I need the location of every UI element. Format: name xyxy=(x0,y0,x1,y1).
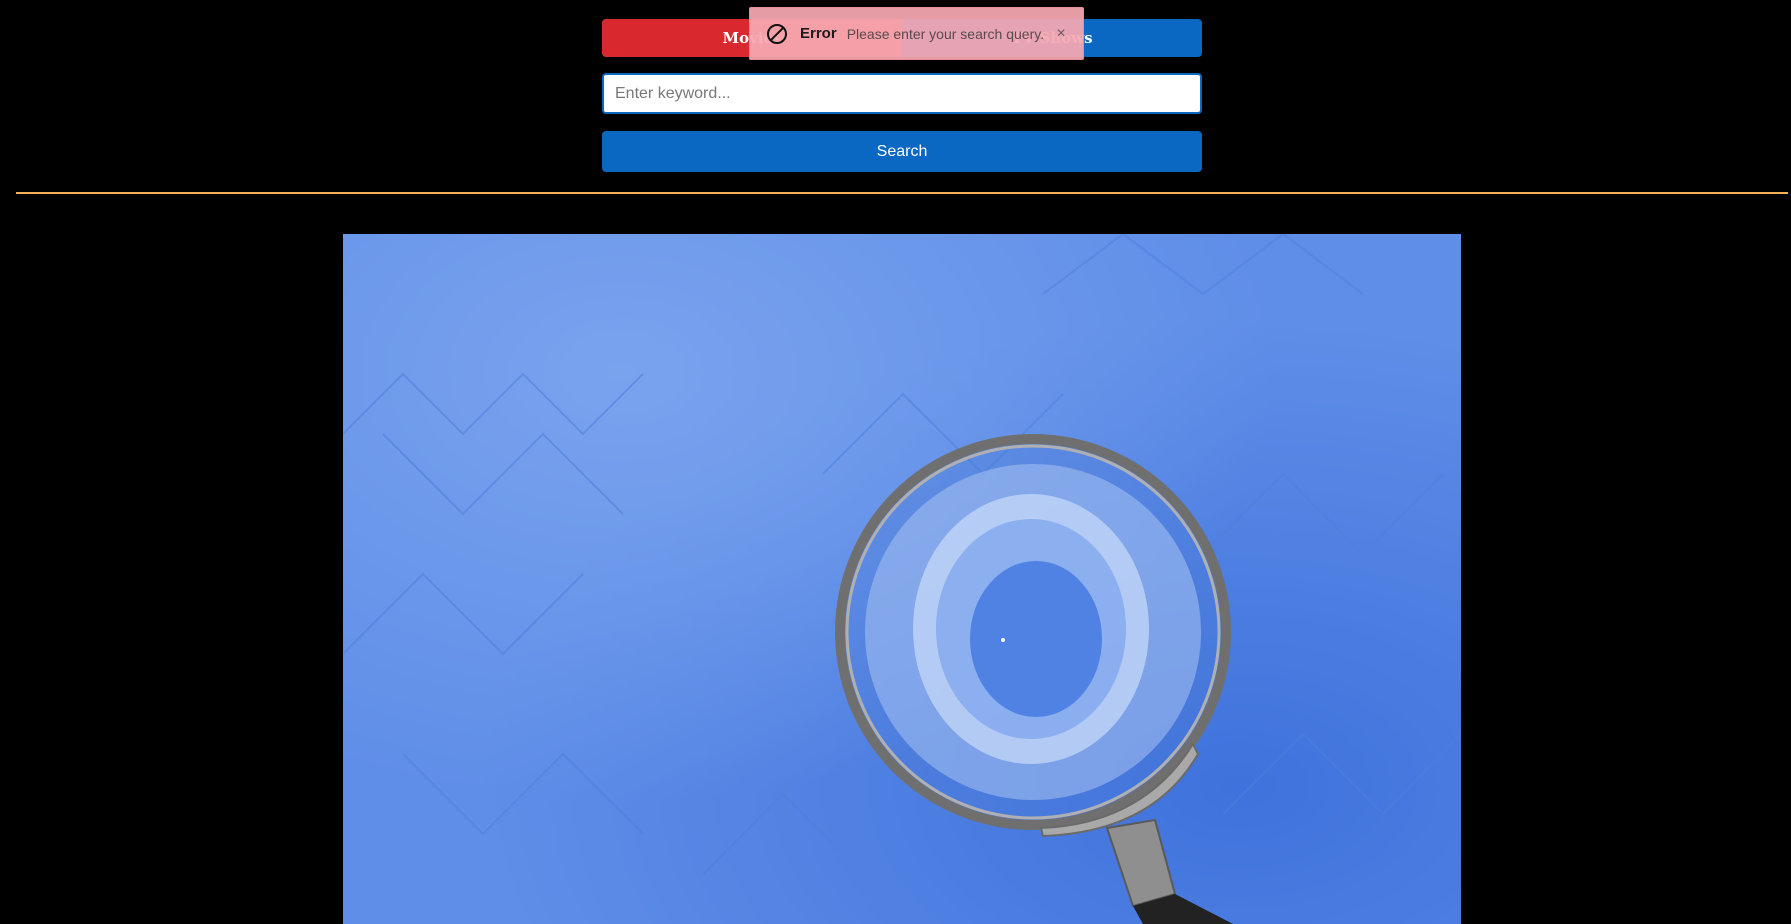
error-toast: Error Please enter your search query. × xyxy=(749,7,1084,60)
page: Movies TV Shows Search xyxy=(0,0,1791,924)
toast-message: Please enter your search query. xyxy=(846,25,1045,42)
toast-title: Error xyxy=(800,25,837,42)
search-button[interactable]: Search xyxy=(602,131,1202,172)
divider xyxy=(16,192,1788,194)
error-icon xyxy=(767,23,787,44)
magnifying-glass-illustration xyxy=(343,234,1461,924)
close-icon[interactable]: × xyxy=(1053,25,1069,43)
hero-image xyxy=(343,234,1461,924)
search-input[interactable] xyxy=(602,73,1202,114)
